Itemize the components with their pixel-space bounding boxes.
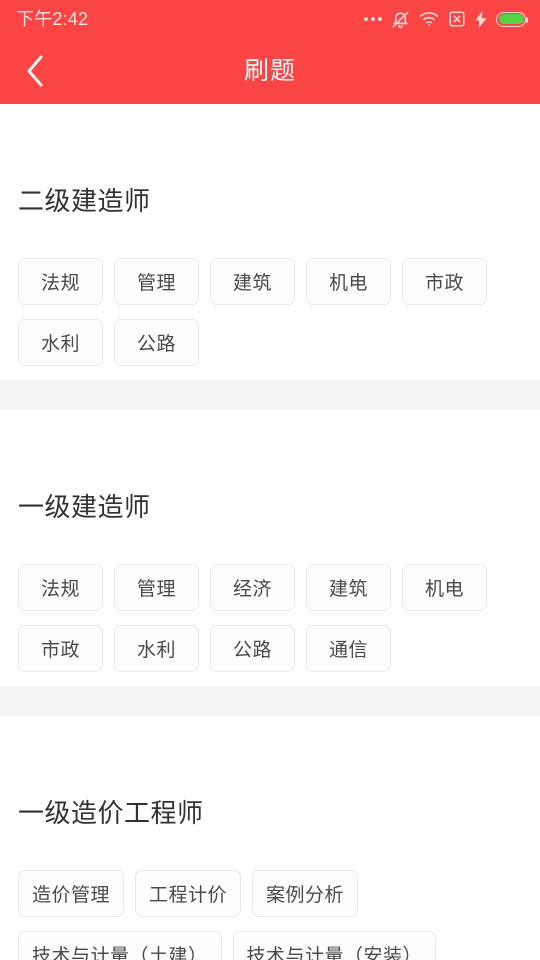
subject-tag[interactable]: 市政 [402,258,487,305]
subject-tag[interactable]: 工程计价 [135,870,242,917]
subject-tag[interactable]: 经济 [210,564,295,611]
section-yi-ji-zao-jia-gong-cheng-shi: 一级造价工程师 造价管理 工程计价 案例分析 技术与计量（土建） 技术与计量（安… [0,716,540,960]
tag-list: 法规 管理 建筑 机电 市政 水利 公路 [18,214,522,366]
section-yi-ji-jian-zao-shi: 一级建造师 法规 管理 经济 建筑 机电 市政 水利 公路 通信 [0,410,540,686]
subject-tag[interactable]: 市政 [18,625,103,672]
tag-list: 造价管理 工程计价 案例分析 技术与计量（土建） 技术与计量（安装） [18,826,522,960]
more-dots-icon [364,16,382,22]
back-chevron-icon [25,54,45,88]
subject-tag[interactable]: 建筑 [306,564,391,611]
wifi-icon [419,11,439,27]
subject-tag[interactable]: 技术与计量（安装） [232,931,437,960]
status-bar-icons [364,10,528,29]
section-title: 一级建造师 [18,492,151,522]
subject-tag[interactable]: 法规 [18,258,103,305]
tag-list: 法规 管理 经济 建筑 机电 市政 水利 公路 通信 [18,520,522,672]
signal-x-icon [448,10,466,28]
subject-tag[interactable]: 公路 [114,319,199,366]
subject-tag[interactable]: 建筑 [210,258,295,305]
status-bar-time: 下午2:42 [16,9,89,29]
subject-tag[interactable]: 管理 [114,564,199,611]
bell-muted-icon [391,10,410,29]
subject-tag[interactable]: 案例分析 [252,870,359,917]
battery-icon [496,11,528,27]
subject-tag[interactable]: 管理 [114,258,199,305]
section-divider [0,380,540,410]
subject-tag[interactable]: 法规 [18,564,103,611]
subject-tag[interactable]: 水利 [114,625,199,672]
subject-tag[interactable]: 水利 [18,319,103,366]
app-bar: 刷题 [0,38,540,104]
section-title: 一级造价工程师 [18,798,204,828]
subject-tag[interactable]: 技术与计量（土建） [18,931,222,960]
subject-tag[interactable]: 公路 [210,625,295,672]
content-scroll-area[interactable]: 二级建造师 法规 管理 建筑 机电 市政 水利 公路 一级建造师 法规 管理 经… [0,104,540,960]
section-title: 二级建造师 [18,186,151,216]
subject-tag[interactable]: 造价管理 [18,870,125,917]
subject-tag[interactable]: 通信 [306,625,391,672]
page-title: 刷题 [243,56,296,85]
charging-bolt-icon [475,10,487,28]
phone-screen: 下午2:42 刷题 二级建造师 法规 管理 建筑 机电 市政 水利 公路 一级建… [0,0,540,960]
section-er-ji-jian-zao-shi: 二级建造师 法规 管理 建筑 机电 市政 水利 公路 [0,104,540,380]
section-divider [0,686,540,716]
status-bar: 下午2:42 [0,0,540,38]
back-button[interactable] [6,38,64,104]
subject-tag[interactable]: 机电 [306,258,391,305]
subject-tag[interactable]: 机电 [402,564,487,611]
